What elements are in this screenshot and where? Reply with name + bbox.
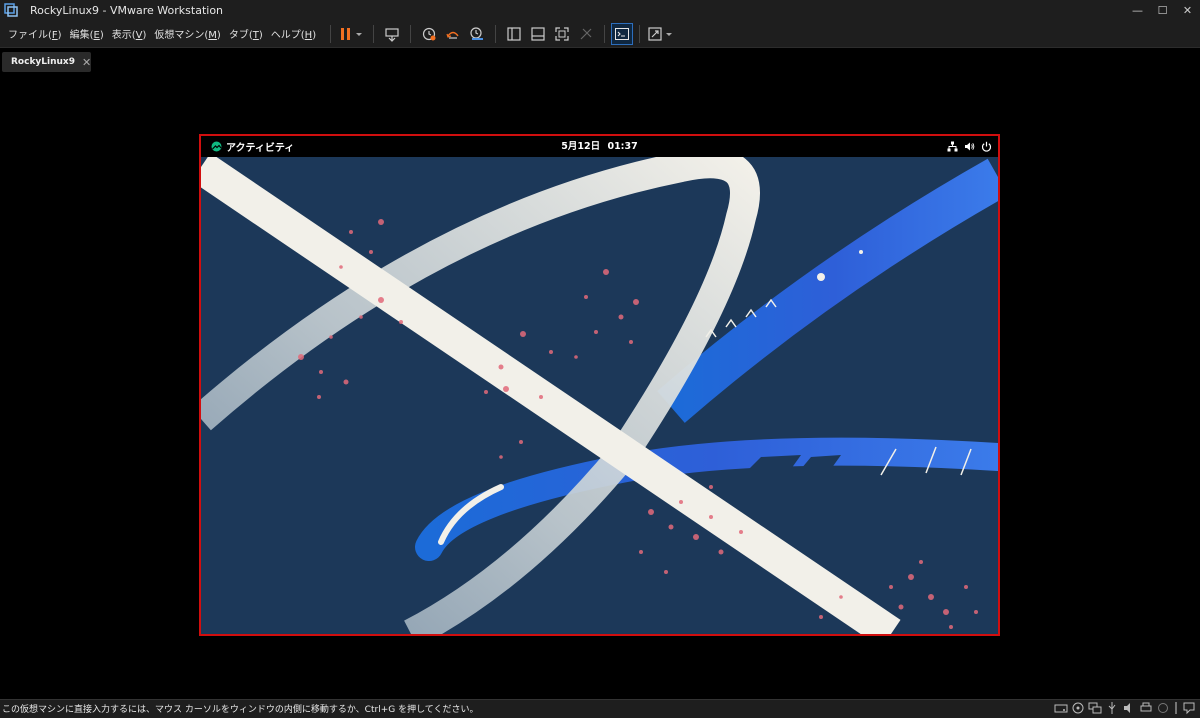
status-message: この仮想マシンに直接入力するには、マウス カーソルをウィンドウの内側に移動するか… (2, 705, 479, 715)
library-icon (507, 26, 521, 41)
volume-icon (965, 142, 975, 151)
gnome-top-bar: アクティビティ 5月12日 01:37 (201, 136, 998, 157)
pause-icon (341, 27, 363, 40)
sound-card-icon[interactable] (1122, 701, 1136, 715)
thumbnail-icon (531, 26, 545, 41)
clock-date: 5月12日 (561, 141, 601, 152)
menu-help[interactable]: ヘルプ(H) (267, 26, 320, 41)
menu-toolbar-bar: ファイル(F) 編集(E) 表示(V) 仮想マシン(M) タブ(T) ヘルプ(H… (0, 20, 1200, 48)
take-snapshot-button[interactable] (417, 23, 441, 45)
device-status-icons (1051, 701, 1196, 715)
status-bar: この仮想マシンに直接入力するには、マウス カーソルをウィンドウの内側に移動するか… (0, 699, 1200, 718)
send-ctrl-alt-del-button[interactable] (380, 23, 404, 45)
pause-button[interactable] (337, 23, 367, 45)
status-separator (1175, 702, 1177, 714)
clock-time: 01:37 (607, 141, 638, 152)
revert-snapshot-icon (446, 31, 459, 39)
toolbar-separator (410, 24, 412, 43)
thumbnail-bar-button[interactable] (526, 23, 550, 45)
toolbar-separator (330, 24, 332, 43)
printer-icon[interactable] (1139, 701, 1153, 715)
close-button[interactable]: ✕ (1175, 0, 1200, 20)
window-title: RockyLinux9 - VMware Workstation (30, 3, 224, 17)
tab-label: RockyLinux9 (11, 57, 76, 67)
unity-button[interactable] (574, 23, 598, 45)
network-adapter-icon[interactable] (1088, 701, 1102, 715)
tab-rockylinux9[interactable]: RockyLinux9 ✕ (2, 52, 91, 72)
snapshot-manager-button[interactable] (465, 23, 489, 45)
unity-icon (580, 28, 592, 39)
menu-bar: ファイル(F) 編集(E) 表示(V) 仮想マシン(M) タブ(T) ヘルプ(H… (4, 26, 320, 41)
system-tray[interactable] (941, 136, 992, 157)
snapshot-manager-icon (470, 26, 484, 40)
tab-close-button[interactable]: ✕ (82, 56, 91, 69)
display-icon[interactable] (1156, 701, 1170, 715)
maximize-button[interactable]: ☐ (1150, 0, 1175, 20)
menu-vm[interactable]: 仮想マシン(M) (150, 26, 224, 41)
vm-console-display[interactable]: アクティビティ 5月12日 01:37 (199, 134, 1000, 636)
minimize-button[interactable]: — (1125, 0, 1150, 20)
message-log-icon[interactable] (1182, 701, 1196, 715)
stretch-icon (648, 26, 673, 41)
hard-disk-icon[interactable] (1054, 701, 1068, 715)
clock[interactable]: 5月12日 01:37 (201, 136, 998, 157)
usb-icon[interactable] (1105, 701, 1119, 715)
toolbar-separator (373, 24, 375, 43)
menu-file[interactable]: ファイル(F) (4, 26, 66, 41)
menu-tabs[interactable]: タブ(T) (225, 26, 267, 41)
cd-dvd-icon[interactable] (1071, 701, 1085, 715)
console-view-button[interactable] (611, 22, 634, 45)
revert-snapshot-button[interactable] (441, 23, 465, 45)
full-screen-button[interactable] (550, 23, 574, 45)
vm-tab-strip: RockyLinux9 ✕ (0, 48, 1200, 74)
show-library-button[interactable] (502, 23, 526, 45)
network-icon (947, 141, 958, 152)
desktop-wallpaper (201, 157, 998, 634)
toolbar (324, 22, 676, 45)
full-screen-icon (555, 26, 569, 41)
toolbar-separator (639, 24, 641, 43)
window-title-bar: RockyLinux9 - VMware Workstation — ☐ ✕ (0, 0, 1200, 20)
send-keys-icon (385, 27, 399, 42)
toolbar-separator (495, 24, 497, 43)
menu-edit[interactable]: 編集(E) (66, 26, 108, 41)
power-icon (981, 141, 992, 152)
console-view-icon (615, 27, 630, 40)
menu-view[interactable]: 表示(V) (108, 26, 151, 41)
toolbar-separator (604, 24, 606, 43)
vmware-logo-icon (4, 3, 18, 17)
snapshot-icon (422, 27, 436, 40)
stretch-guest-button[interactable] (646, 23, 676, 45)
